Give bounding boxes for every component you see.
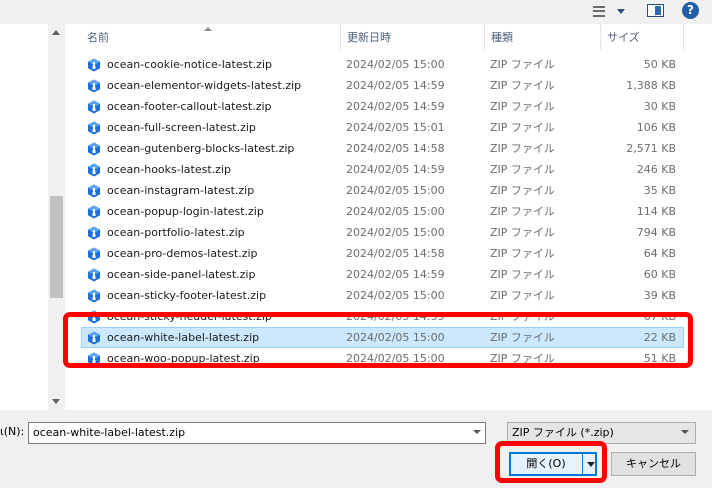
file-type: ZIP ファイル bbox=[490, 268, 555, 281]
file-date: 2024/02/05 14:59 bbox=[346, 268, 445, 281]
zip-file-icon bbox=[87, 289, 101, 303]
highlight-open-button bbox=[495, 441, 607, 483]
zip-file-icon bbox=[87, 163, 101, 177]
filename-value: ocean-white-label-latest.zip bbox=[33, 426, 186, 439]
file-date: 2024/02/05 15:00 bbox=[346, 289, 445, 302]
file-row[interactable]: ocean-portfolio-latest.zip 2024/02/05 15:… bbox=[65, 222, 712, 243]
file-date: 2024/02/05 14:59 bbox=[346, 100, 445, 113]
chevron-down-icon bbox=[681, 430, 689, 434]
file-type: ZIP ファイル bbox=[490, 58, 555, 71]
file-name: ocean-portfolio-latest.zip bbox=[107, 226, 245, 239]
file-date: 2024/02/05 15:00 bbox=[346, 184, 445, 197]
zip-file-icon bbox=[87, 100, 101, 114]
file-size: 30 KB bbox=[643, 100, 676, 113]
file-row[interactable]: ocean-full-screen-latest.zip 2024/02/05 1… bbox=[65, 117, 712, 138]
change-view-button[interactable] bbox=[591, 3, 627, 19]
file-type: ZIP ファイル bbox=[490, 289, 555, 302]
file-type: ZIP ファイル bbox=[490, 247, 555, 260]
file-name: ocean-full-screen-latest.zip bbox=[107, 121, 256, 134]
file-type: ZIP ファイル bbox=[490, 100, 555, 113]
file-date: 2024/02/05 14:58 bbox=[346, 142, 445, 155]
file-date: 2024/02/05 15:00 bbox=[346, 205, 445, 218]
column-name[interactable]: 名前 bbox=[81, 24, 341, 50]
column-header: 名前 更新日時 種類 サイズ bbox=[65, 24, 712, 50]
file-name: ocean-hooks-latest.zip bbox=[107, 163, 231, 176]
file-row[interactable]: ocean-sticky-footer-latest.zip 2024/02/05… bbox=[65, 285, 712, 306]
file-size: 64 KB bbox=[643, 247, 676, 260]
chevron-down-icon[interactable] bbox=[617, 9, 625, 14]
file-date: 2024/02/05 14:59 bbox=[346, 79, 445, 92]
file-size: 114 KB bbox=[636, 205, 676, 218]
file-type-value: ZIP ファイル (*.zip) bbox=[512, 426, 614, 439]
column-size[interactable]: サイズ bbox=[601, 24, 684, 50]
view-details-icon bbox=[593, 6, 605, 17]
zip-file-icon bbox=[87, 226, 101, 240]
file-name: ocean-pro-demos-latest.zip bbox=[107, 247, 258, 260]
filename-label: ι(N): bbox=[0, 425, 25, 438]
zip-file-icon bbox=[87, 184, 101, 198]
file-name: ocean-sticky-footer-latest.zip bbox=[107, 289, 267, 302]
zip-file-icon bbox=[87, 121, 101, 135]
file-date: 2024/02/05 14:59 bbox=[346, 163, 445, 176]
file-size: 50 KB bbox=[643, 58, 676, 71]
zip-file-icon bbox=[87, 142, 101, 156]
file-type: ZIP ファイル bbox=[490, 184, 555, 197]
file-type: ZIP ファイル bbox=[490, 163, 555, 176]
file-size: 2,571 KB bbox=[626, 142, 676, 155]
file-date: 2024/02/05 15:00 bbox=[346, 226, 445, 239]
highlight-selected-file bbox=[63, 312, 693, 368]
cancel-button[interactable]: キャンセル bbox=[611, 452, 696, 476]
file-name: ocean-instagram-latest.zip bbox=[107, 184, 255, 197]
file-size: 1,388 KB bbox=[626, 79, 676, 92]
file-row[interactable]: ocean-hooks-latest.zip 2024/02/05 14:59 ZI… bbox=[65, 159, 712, 180]
column-type[interactable]: 種類 bbox=[485, 24, 601, 50]
file-row[interactable]: ocean-instagram-latest.zip 2024/02/05 15:… bbox=[65, 180, 712, 201]
file-row[interactable]: ocean-cookie-notice-latest.zip 2024/02/05… bbox=[65, 54, 712, 75]
scroll-down-icon[interactable] bbox=[52, 399, 60, 404]
toolbar: ? bbox=[0, 0, 712, 24]
zip-file-icon bbox=[87, 79, 101, 93]
help-icon: ? bbox=[687, 3, 694, 17]
filename-input[interactable]: ocean-white-label-latest.zip bbox=[28, 422, 486, 444]
file-type: ZIP ファイル bbox=[490, 142, 555, 155]
column-date[interactable]: 更新日時 bbox=[341, 24, 485, 50]
file-row[interactable]: ocean-popup-login-latest.zip 2024/02/05 1… bbox=[65, 201, 712, 222]
file-date: 2024/02/05 15:01 bbox=[346, 121, 445, 134]
help-button[interactable]: ? bbox=[682, 2, 699, 19]
file-date: 2024/02/05 14:58 bbox=[346, 247, 445, 260]
navigation-pane[interactable] bbox=[0, 24, 48, 410]
zip-file-icon bbox=[87, 268, 101, 282]
file-type: ZIP ファイル bbox=[490, 226, 555, 239]
file-name: ocean-elementor-widgets-latest.zip bbox=[107, 79, 302, 92]
file-name: ocean-popup-login-latest.zip bbox=[107, 205, 264, 218]
scroll-up-icon[interactable] bbox=[52, 30, 60, 35]
file-name: ocean-footer-callout-latest.zip bbox=[107, 100, 272, 113]
file-size: 794 KB bbox=[636, 226, 676, 239]
zip-file-icon bbox=[87, 58, 101, 72]
file-date: 2024/02/05 15:00 bbox=[346, 58, 445, 71]
file-row[interactable]: ocean-footer-callout-latest.zip 2024/02/0… bbox=[65, 96, 712, 117]
file-size: 246 KB bbox=[636, 163, 676, 176]
file-size: 35 KB bbox=[643, 184, 676, 197]
file-name: ocean-side-panel-latest.zip bbox=[107, 268, 256, 281]
file-size: 39 KB bbox=[643, 289, 676, 302]
file-size: 60 KB bbox=[643, 268, 676, 281]
file-name: ocean-gutenberg-blocks-latest.zip bbox=[107, 142, 295, 155]
file-row[interactable]: ocean-gutenberg-blocks-latest.zip 2024/02… bbox=[65, 138, 712, 159]
file-row[interactable]: ocean-elementor-widgets-latest.zip 2024/0… bbox=[65, 75, 712, 96]
file-row[interactable]: ocean-side-panel-latest.zip 2024/02/05 14… bbox=[65, 264, 712, 285]
file-type: ZIP ファイル bbox=[490, 121, 555, 134]
scrollbar-thumb[interactable] bbox=[50, 196, 63, 298]
file-size: 106 KB bbox=[636, 121, 676, 134]
preview-pane-button[interactable] bbox=[647, 4, 664, 17]
chevron-down-icon[interactable] bbox=[473, 430, 481, 434]
file-name: ocean-cookie-notice-latest.zip bbox=[107, 58, 272, 71]
file-type: ZIP ファイル bbox=[490, 205, 555, 218]
file-row[interactable]: ocean-pro-demos-latest.zip 2024/02/05 14:… bbox=[65, 243, 712, 264]
file-type: ZIP ファイル bbox=[490, 79, 555, 92]
zip-file-icon bbox=[87, 205, 101, 219]
zip-file-icon bbox=[87, 247, 101, 261]
